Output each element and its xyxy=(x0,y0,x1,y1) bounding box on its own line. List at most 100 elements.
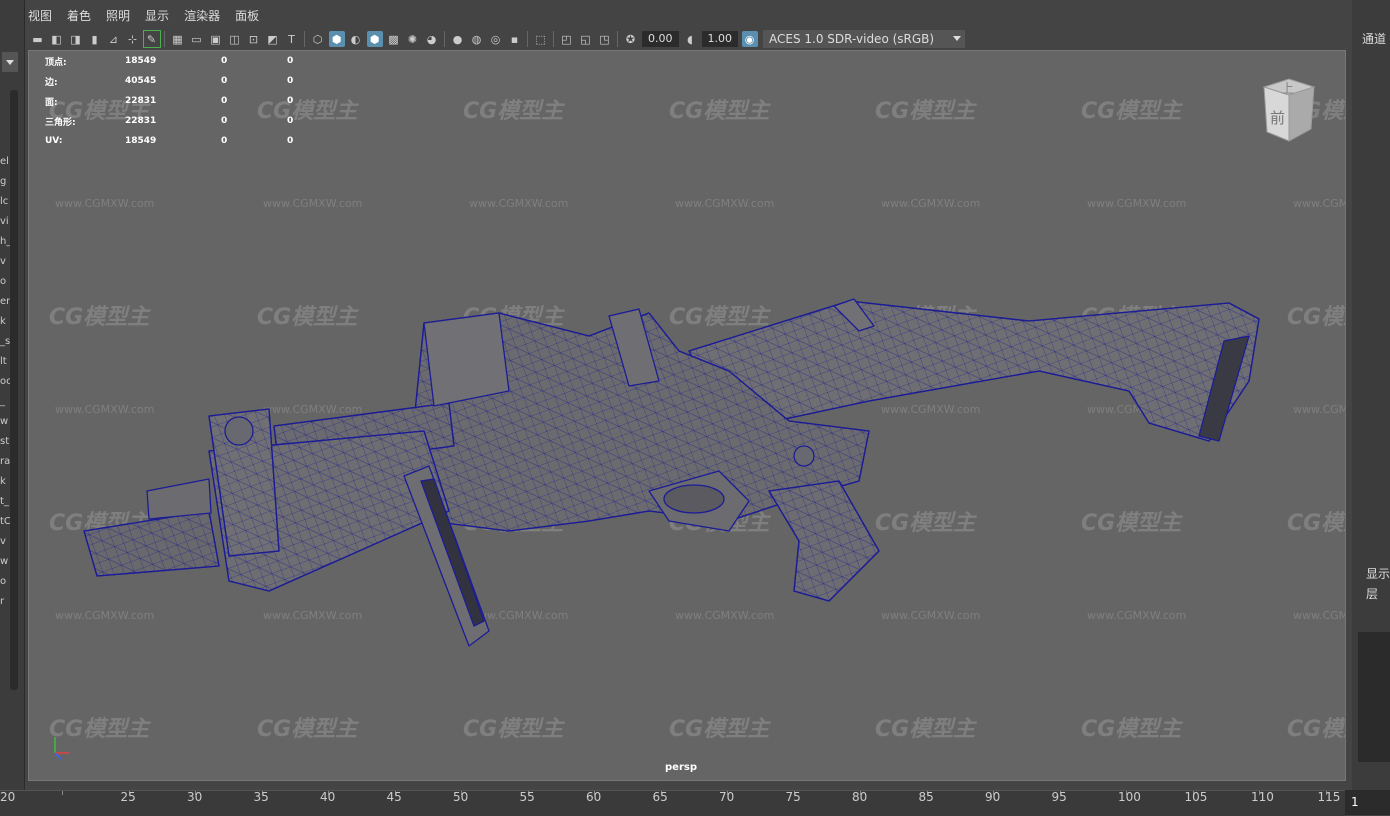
view-transform-label: ACES 1.0 SDR-video (sRGB) xyxy=(769,32,935,46)
hud-row-uvs: UV: 18549 0 0 xyxy=(45,136,294,146)
film-gate-icon[interactable]: ▭ xyxy=(189,31,205,47)
view-cube[interactable]: 上 前 xyxy=(1259,77,1319,147)
left-dropdown[interactable] xyxy=(2,52,18,72)
timeline-label: 55 xyxy=(519,790,535,804)
left-panel-fragment: h_ xyxy=(0,236,10,247)
timeline-label: 20 xyxy=(0,790,16,804)
gamma-icon[interactable]: ◖ xyxy=(682,31,698,47)
left-panel-fragment: el xyxy=(0,156,9,167)
left-panel-fragment: ra xyxy=(0,456,10,467)
timeline-label: 90 xyxy=(985,790,1001,804)
timeline-label: 25 xyxy=(120,790,136,804)
display-tab[interactable]: 显示 xyxy=(1366,565,1390,582)
color-management-icon[interactable]: ◉ xyxy=(741,31,758,47)
timeline-label: 115 xyxy=(1317,790,1341,804)
left-panel-fragment: vi xyxy=(0,216,9,227)
menu-view[interactable]: 视图 xyxy=(28,7,52,27)
channels-label[interactable]: 通道 xyxy=(1362,30,1386,47)
left-panel-fragment: g xyxy=(0,176,7,187)
left-panel-fragment: _s xyxy=(0,336,10,347)
left-panel-fragment: lt xyxy=(0,356,7,367)
left-panel-fragment: r xyxy=(0,596,5,607)
menu-lighting[interactable]: 照明 xyxy=(106,7,130,27)
grid-icon[interactable]: ▦ xyxy=(170,31,186,47)
hud-row-faces: 面: 22831 0 0 xyxy=(45,96,294,108)
menu-renderer[interactable]: 渲染器 xyxy=(184,7,220,27)
layers-tab[interactable]: 层 xyxy=(1366,585,1378,602)
timeline-label: 85 xyxy=(918,790,934,804)
lock-camera-icon[interactable]: ◧ xyxy=(49,31,65,47)
field-chart-icon[interactable]: ⊡ xyxy=(246,31,262,47)
axis-gizmo xyxy=(54,737,69,760)
perspective-viewport[interactable]: CG模型主 www.CGMXW.com CG模型主 www.CGMXW.com CG模型… xyxy=(28,50,1346,781)
exposure-field[interactable]: 0.00 xyxy=(642,31,679,47)
timeline-label: 70 xyxy=(719,790,735,804)
gate-mask-icon[interactable]: ◫ xyxy=(227,31,243,47)
xray-active-icon[interactable]: ◱ xyxy=(578,31,594,47)
timeline-label: 45 xyxy=(386,790,402,804)
chevron-down-icon xyxy=(953,36,961,41)
left-panel-fragment: lc xyxy=(0,196,9,207)
2d-pan-zoom-icon[interactable]: ⊹ xyxy=(125,31,141,47)
motion-blur-icon[interactable]: ◍ xyxy=(469,31,485,47)
left-panel-fragment: _ xyxy=(0,396,5,407)
layers-list[interactable] xyxy=(1358,632,1390,762)
timeline-label: 50 xyxy=(453,790,469,804)
exposure-icon[interactable]: ✪ xyxy=(623,31,639,47)
wireframe-on-shaded-icon[interactable]: ⬢ xyxy=(366,31,383,47)
default-material-icon[interactable]: ◐ xyxy=(348,31,364,47)
use-lights-icon[interactable]: ✺ xyxy=(405,31,421,47)
view-transform-select[interactable]: ACES 1.0 SDR-video (sRGB) xyxy=(763,30,965,48)
timeline-label: 30 xyxy=(187,790,203,804)
gamma-field[interactable]: 1.00 xyxy=(701,31,738,47)
image-plane-icon[interactable]: ⊿ xyxy=(106,31,122,47)
left-panel-fragment: o xyxy=(0,276,7,287)
left-panel-fragment: v xyxy=(0,536,6,547)
timeline-label: 75 xyxy=(785,790,801,804)
left-scrollbar[interactable] xyxy=(10,90,18,690)
rifle-wireframe-model xyxy=(83,298,1260,647)
panel-toolbar: ▬ ◧ ◨ ▮ ⊿ ⊹ ✎ ▦ ▭ ▣ ◫ ⊡ ◩ T ⬡ ⬢ ◐ ⬢ ▩ ✺ … xyxy=(28,28,1346,50)
grease-pencil-icon[interactable]: ✎ xyxy=(142,30,161,48)
hud-row-edges: 边: 40545 0 0 xyxy=(45,76,294,88)
menu-show[interactable]: 显示 xyxy=(145,7,169,27)
camera-attributes-icon[interactable]: ◨ xyxy=(68,31,84,47)
left-panel-fragment: o xyxy=(0,576,7,587)
isolate-select-icon[interactable]: ⬚ xyxy=(533,31,549,47)
timeline-label: 95 xyxy=(1051,790,1067,804)
wireframe-icon[interactable]: ⬡ xyxy=(310,31,326,47)
right-panel: 通道 显示 层 xyxy=(1352,0,1390,790)
xray-joints-icon[interactable]: ◳ xyxy=(597,31,613,47)
multisample-aa-icon[interactable]: ◎ xyxy=(488,31,504,47)
menu-shading[interactable]: 着色 xyxy=(67,7,91,27)
left-panel-fragment: st xyxy=(0,436,10,447)
safe-action-icon[interactable]: ◩ xyxy=(265,31,281,47)
left-panel-fragment: w xyxy=(0,416,9,427)
smooth-shade-icon[interactable]: ⬢ xyxy=(328,31,345,47)
timeline-label: 35 xyxy=(253,790,269,804)
current-frame-field[interactable]: 1 xyxy=(1345,790,1390,815)
timeline-label: 40 xyxy=(320,790,336,804)
xray-icon[interactable]: ◰ xyxy=(559,31,575,47)
left-panel-fragment: v xyxy=(0,256,6,267)
screen-space-ao-icon[interactable]: ● xyxy=(450,31,466,47)
left-panel-fragment: t_ xyxy=(0,496,9,507)
timeline-label: 60 xyxy=(586,790,602,804)
depth-of-field-icon[interactable]: ▪ xyxy=(507,31,523,47)
select-camera-icon[interactable]: ▬ xyxy=(30,31,46,47)
left-panel-fragment: w xyxy=(0,556,9,567)
menu-panels[interactable]: 面板 xyxy=(235,7,259,27)
poly-count-hud: 顶点: 18549 0 0 边: 40545 0 0 面: 22831 0 0 三角形: 22831… xyxy=(45,51,317,151)
bookmark-icon[interactable]: ▮ xyxy=(87,31,103,47)
timeline-label: 65 xyxy=(652,790,668,804)
time-slider[interactable]: 20 25 30 35 40 45 50 55 60 65 70 75 80 85 90 95 100 105 11… xyxy=(0,790,1390,816)
left-panel-fragment: k xyxy=(0,476,6,487)
left-panel-strip: elglcvih_voerk_sltoc_wstrakt_tCvwor xyxy=(0,0,25,790)
resolution-gate-icon[interactable]: ▣ xyxy=(208,31,224,47)
timeline-label: 80 xyxy=(852,790,868,804)
hud-row-triangles: 三角形: 22831 0 0 xyxy=(45,116,294,128)
shadows-icon[interactable]: ◕ xyxy=(424,31,440,47)
safe-title-icon[interactable]: T xyxy=(284,31,300,47)
textured-icon[interactable]: ▩ xyxy=(386,31,402,47)
view-cube-front-label: 前 xyxy=(1270,109,1285,127)
